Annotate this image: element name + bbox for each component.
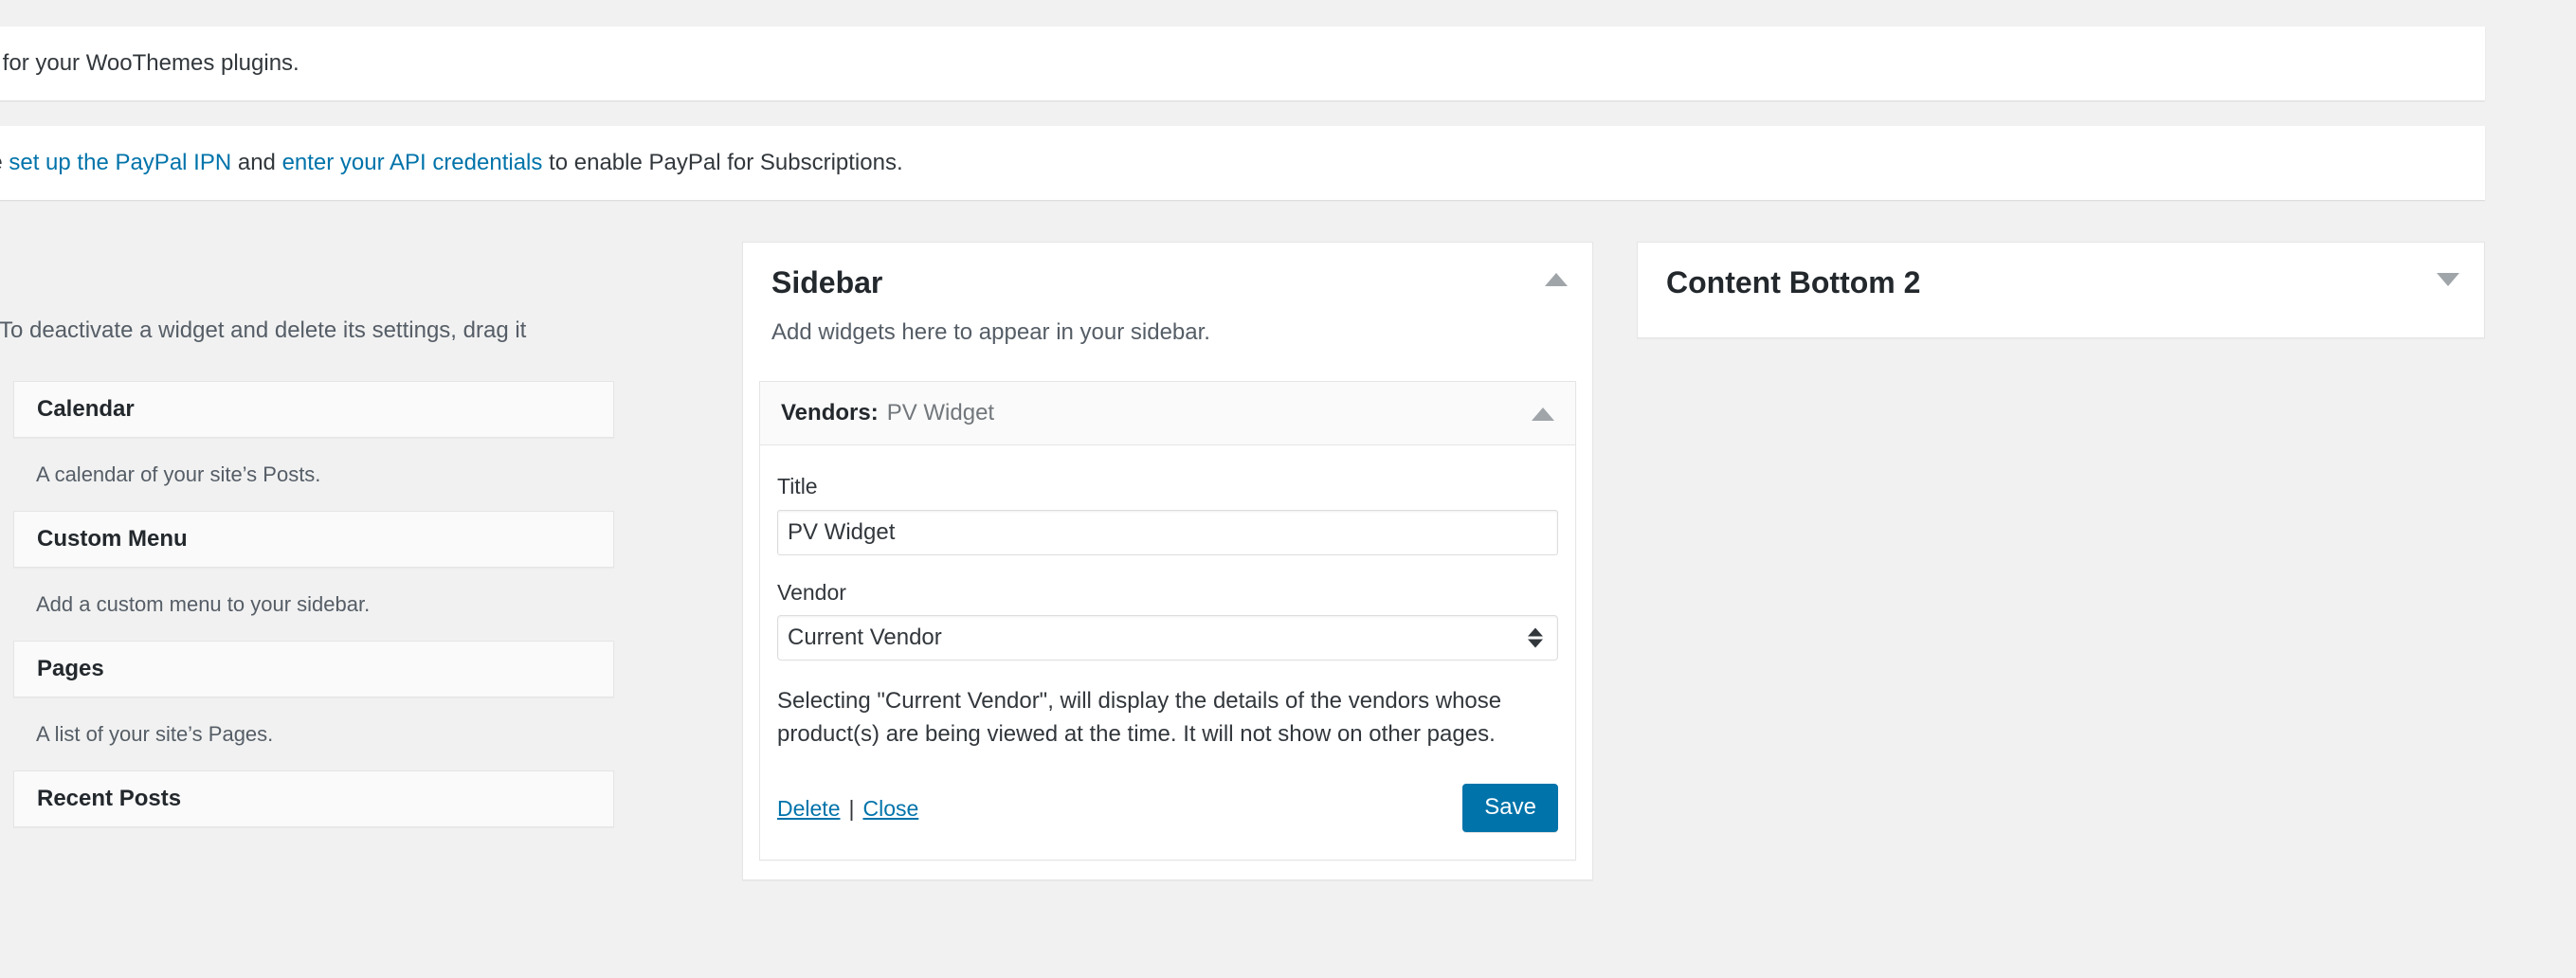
widget-left-actions: Delete | Close (777, 793, 918, 824)
available-widget-pages[interactable]: Pages (13, 641, 614, 698)
save-button[interactable]: Save (1462, 784, 1558, 833)
title-field-group: Title (777, 470, 1558, 555)
widget-settings-form: Title Vendor Current Vendor (760, 445, 1575, 860)
notice-text: ase set up the PayPal IPN and enter your… (0, 146, 903, 180)
widget-control-actions: Delete | Close Save (777, 778, 1558, 839)
available-widget-title: Recent Posts (37, 785, 182, 811)
available-widget-recent-posts[interactable]: Recent Posts (13, 770, 614, 828)
notice-text: tes for your WooThemes plugins. (0, 46, 299, 81)
vendor-field-label: Vendor (777, 579, 846, 605)
notice-text-segment: tes for your WooThemes plugins. (0, 50, 299, 76)
vendor-field-group: Vendor Current Vendor (777, 576, 1558, 661)
available-widgets-column: To deactivate a widget and delete its se… (0, 313, 614, 828)
content-bottom-2-header[interactable]: Content Bottom 2 (1638, 243, 2484, 303)
notice-text-segment: to enable PayPal for Subscriptions. (542, 150, 903, 175)
available-widget-title: Calendar (37, 395, 135, 422)
chevron-up-icon[interactable] (1532, 408, 1554, 422)
chevron-down-icon[interactable] (2437, 273, 2459, 286)
close-widget-link[interactable]: Close (862, 796, 918, 821)
content-bottom-2-widget-area-panel: Content Bottom 2 (1637, 242, 2485, 338)
widget-vendors-pv-widget: Vendors: PV Widget Title Vendor Current … (759, 381, 1576, 860)
sidebar-widget-area-panel: Sidebar Add widgets here to appear in yo… (742, 242, 1593, 880)
woothemes-updates-notice: tes for your WooThemes plugins. (0, 27, 2485, 100)
widget-header[interactable]: Vendors: PV Widget (760, 382, 1575, 446)
sidebar-panel-header: Sidebar Add widgets here to appear in yo… (743, 263, 1592, 348)
available-widget-custom-menu[interactable]: Custom Menu (13, 511, 614, 569)
available-widget-description: Add a custom menu to your sidebar. (36, 592, 371, 617)
title-input[interactable] (777, 509, 1558, 555)
content-bottom-2-title: Content Bottom 2 (1666, 265, 1921, 299)
vendor-select-value: Current Vendor (788, 625, 942, 651)
delete-widget-link[interactable]: Delete (777, 796, 840, 821)
vendor-select[interactable]: Current Vendor (777, 615, 1558, 661)
setup-paypal-ipn-link[interactable]: set up the PayPal IPN (9, 150, 231, 175)
widgets-admin-screen: tes for your WooThemes plugins. ase set … (0, 0, 2576, 978)
action-separator: | (848, 795, 855, 821)
sidebar-panel-title: Sidebar (771, 265, 883, 299)
vendor-select-wrapper: Current Vendor (777, 615, 1558, 661)
available-widget-calendar[interactable]: Calendar (13, 381, 614, 439)
available-widget-title: Custom Menu (37, 525, 188, 552)
title-field-label: Title (777, 474, 818, 499)
chevron-up-icon[interactable] (1545, 273, 1568, 286)
available-widget-description: A list of your site’s Pages. (36, 722, 274, 747)
available-widget-title: Pages (37, 655, 104, 681)
paypal-subscriptions-notice: ase set up the PayPal IPN and enter your… (0, 126, 2485, 200)
notice-text-segment: and (231, 150, 282, 175)
widget-right-actions: Save (1462, 784, 1558, 833)
sidebar-panel-description: Add widgets here to appear in your sideb… (771, 318, 1210, 345)
enter-api-credentials-link[interactable]: enter your API credentials (282, 150, 543, 175)
notice-text-segment: ase (0, 150, 9, 175)
widget-type-label: Vendors: (781, 400, 879, 426)
available-widget-description: A calendar of your site’s Posts. (36, 462, 321, 487)
available-widgets-intro: To deactivate a widget and delete its se… (0, 317, 527, 343)
widget-instance-title: PV Widget (886, 400, 995, 426)
vendor-help-text: Selecting "Current Vendor", will display… (777, 688, 1502, 747)
